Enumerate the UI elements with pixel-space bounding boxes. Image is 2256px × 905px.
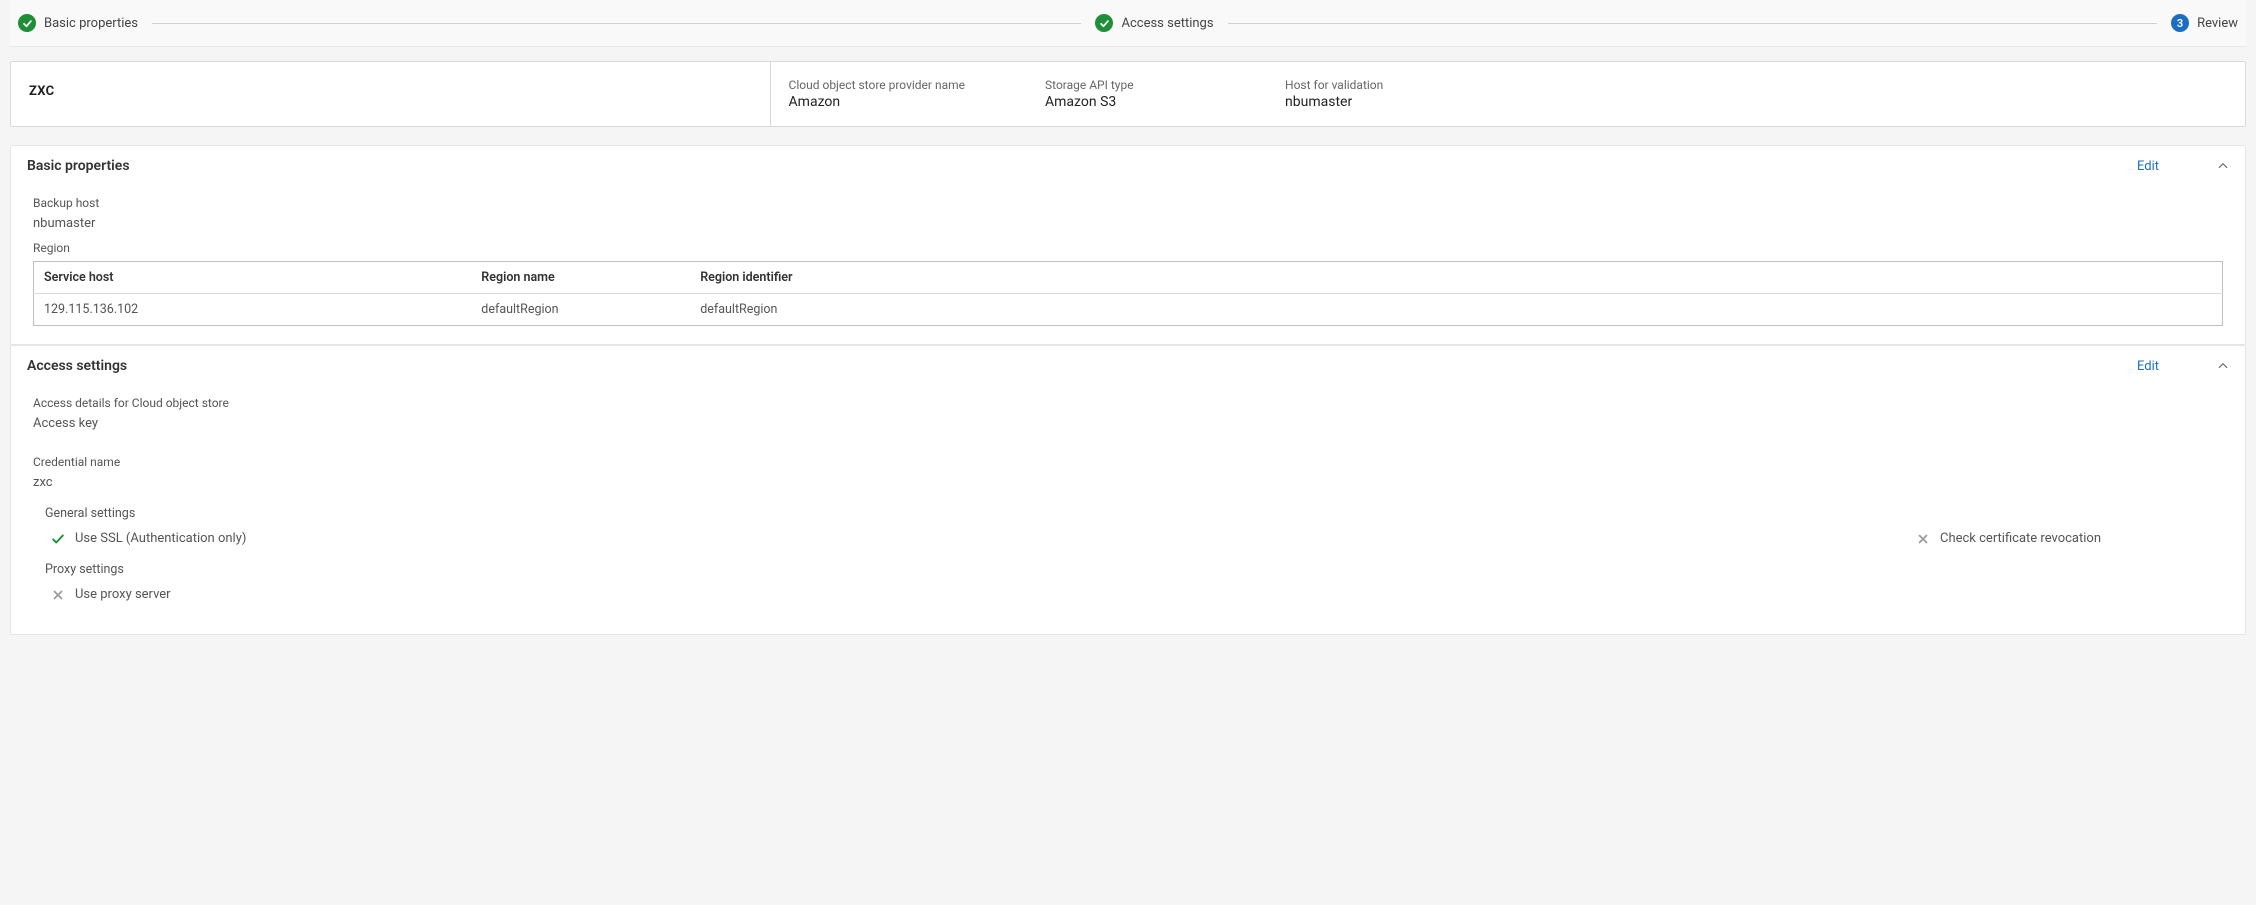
section-title: Basic properties [27,158,2137,174]
cell-region-name: defaultRegion [471,294,690,326]
cell-region-identifier: defaultRegion [690,294,2222,326]
step-label: Review [2197,16,2238,31]
summary-label: Storage API type [1045,78,1205,92]
field-value-backup-host: nbumaster [33,216,2223,231]
summary-value: Amazon S3 [1045,94,1205,110]
subheading-general-settings: General settings [45,506,2223,521]
step-access-settings[interactable]: Access settings [1095,14,1213,32]
table-row: 129.115.136.102 defaultRegion defaultReg… [34,294,2223,326]
edit-link[interactable]: Edit [2137,159,2159,174]
summary-value: Amazon [789,94,965,110]
region-table: Service host Region name Region identifi… [33,261,2223,326]
summary-col-provider: Cloud object store provider name Amazon [789,78,965,110]
summary-name: ZXC [11,62,771,126]
section-basic-properties: Basic properties Edit Backup host nbumas… [10,145,2246,345]
step-label: Basic properties [44,16,138,31]
setting-label: Use proxy server [75,587,171,602]
col-region-identifier: Region identifier [690,262,2222,294]
step-label: Access settings [1121,16,1213,31]
summary-col-api-type: Storage API type Amazon S3 [1045,78,1205,110]
check-icon [51,532,65,546]
proxy-settings-row: Use proxy server [33,587,2223,602]
x-icon [1916,532,1930,546]
section-access-settings: Access settings Edit Access details for … [10,345,2246,635]
section-title: Access settings [27,358,2137,374]
section-header[interactable]: Access settings Edit [11,346,2245,380]
summary-col-host: Host for validation nbumaster [1285,78,1445,110]
field-label-backup-host: Backup host [33,196,2223,210]
step-connector [1228,23,2157,24]
check-circle-icon [1095,14,1113,32]
setting-check-cert: Check certificate revocation [1916,531,2101,546]
setting-use-ssl: Use SSL (Authentication only) [51,531,246,546]
subheading-proxy-settings: Proxy settings [45,562,2223,577]
summary-label: Cloud object store provider name [789,78,965,92]
chevron-up-icon[interactable] [2217,160,2229,172]
table-header-row: Service host Region name Region identifi… [34,262,2223,294]
check-circle-icon [18,14,36,32]
section-body: Access details for Cloud object store Ac… [11,380,2245,634]
step-review[interactable]: 3 Review [2171,14,2238,32]
summary-value: nbumaster [1285,94,1445,110]
summary-card: ZXC Cloud object store provider name Ama… [10,61,2246,127]
col-service-host: Service host [34,262,472,294]
field-value-access-key: Access key [33,416,2223,431]
step-basic-properties[interactable]: Basic properties [18,14,138,32]
cell-service-host: 129.115.136.102 [34,294,472,326]
edit-link[interactable]: Edit [2137,359,2159,374]
field-label-region: Region [33,241,2223,255]
summary-label: Host for validation [1285,78,1445,92]
setting-use-proxy: Use proxy server [51,587,171,602]
setting-label: Check certificate revocation [1940,531,2101,546]
x-icon [51,588,65,602]
setting-label: Use SSL (Authentication only) [75,531,246,546]
chevron-up-icon[interactable] [2217,360,2229,372]
step-connector [152,23,1081,24]
section-header[interactable]: Basic properties Edit [11,146,2245,180]
field-value-credential-name: zxc [33,475,2223,490]
field-label-credential-name: Credential name [33,455,2223,469]
wizard-stepper: Basic properties Access settings 3 Revie… [10,0,2246,47]
field-label-access-details: Access details for Cloud object store [33,396,2223,410]
col-region-name: Region name [471,262,690,294]
section-body: Backup host nbumaster Region Service hos… [11,180,2245,344]
step-number-icon: 3 [2171,14,2189,32]
general-settings-row: Use SSL (Authentication only) Check cert… [33,531,2223,546]
summary-details: Cloud object store provider name Amazon … [771,62,2245,126]
